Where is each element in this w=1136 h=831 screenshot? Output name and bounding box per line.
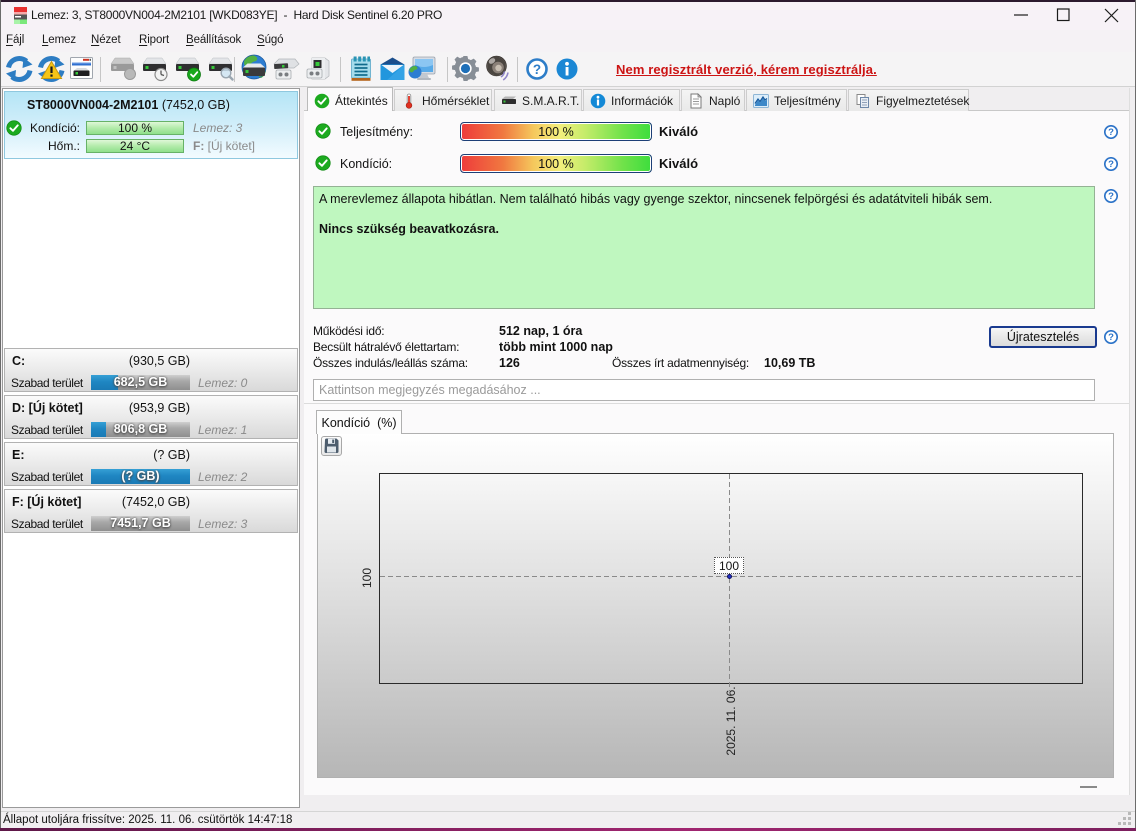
svg-text:?: ? xyxy=(1108,127,1114,138)
svg-text:?: ? xyxy=(1108,191,1114,202)
svg-text:?: ? xyxy=(1108,159,1114,170)
svg-text:?: ? xyxy=(533,62,541,77)
svg-text:?: ? xyxy=(1108,332,1114,343)
